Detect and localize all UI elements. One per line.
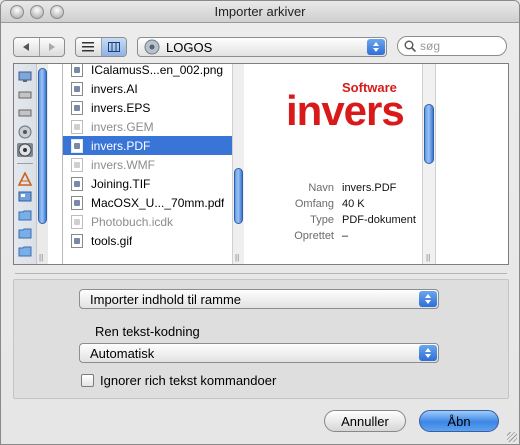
sidebar-scroll-thumb[interactable] xyxy=(38,68,47,224)
file-icon xyxy=(71,138,83,153)
location-label: LOGOS xyxy=(166,39,213,55)
file-icon xyxy=(71,64,83,77)
file-list: ICalamusS...en_002.png invers.AI invers.… xyxy=(62,64,244,264)
meta-row: Oprettet – xyxy=(294,230,349,242)
view-mode-switch xyxy=(75,37,127,57)
encoding-label: Ren tekst-kodning xyxy=(95,324,200,339)
meta-row: Navn invers.PDF xyxy=(308,182,397,194)
file-item[interactable]: invers.AI xyxy=(63,79,233,98)
back-button[interactable] xyxy=(14,38,40,56)
desktop-icon[interactable] xyxy=(17,190,33,204)
folder-icon[interactable] xyxy=(17,208,33,222)
disk-icon xyxy=(144,39,160,55)
list-view-button[interactable] xyxy=(76,38,102,56)
forward-arrow-icon xyxy=(48,43,55,51)
file-icon xyxy=(71,157,83,172)
meta-row: Omfang 40 K xyxy=(294,198,365,210)
file-item: invers.WMF xyxy=(63,155,233,174)
file-list-scrollbar[interactable]: || xyxy=(232,64,244,264)
preview-logo: invers xyxy=(286,87,405,134)
popup-arrows-icon xyxy=(419,291,437,307)
file-item[interactable]: invers.EPS xyxy=(63,98,233,117)
history-nav xyxy=(13,37,65,57)
location-popup[interactable]: LOGOS xyxy=(137,37,387,57)
applications-icon[interactable] xyxy=(17,172,33,186)
file-item[interactable]: ICalamusS...en_002.png xyxy=(63,64,233,79)
preview-scroll-thumb[interactable] xyxy=(424,104,434,164)
column-resize-handle[interactable]: || xyxy=(39,253,43,262)
network-disk-icon[interactable] xyxy=(17,125,33,139)
column-view-icon xyxy=(107,42,120,52)
meta-row: Type PDF-dokument xyxy=(310,214,416,226)
list-view-icon xyxy=(82,42,95,52)
file-item: Photobuch.icdk xyxy=(63,212,233,231)
forward-button[interactable] xyxy=(40,38,65,56)
hard-drive-icon[interactable] xyxy=(17,88,33,102)
cancel-button[interactable]: Annuller xyxy=(324,410,406,432)
encoding-value: Automatisk xyxy=(90,345,155,361)
file-list-scroll-thumb[interactable] xyxy=(234,168,243,224)
file-item-selected[interactable]: invers.PDF xyxy=(63,136,233,155)
popup-arrows-icon xyxy=(419,345,437,361)
sidebar-divider xyxy=(17,163,33,164)
title-bar: Importer arkiver xyxy=(1,1,519,23)
open-button[interactable]: Åbn xyxy=(419,410,499,432)
window-title: Importer arkiver xyxy=(214,4,306,19)
search-icon xyxy=(404,40,416,52)
file-icon xyxy=(71,214,83,229)
file-item[interactable]: tools.gif xyxy=(63,231,233,250)
file-item[interactable]: Joining.TIF xyxy=(63,174,233,193)
file-item: invers.GEM xyxy=(63,117,233,136)
file-icon xyxy=(71,195,83,210)
file-icon xyxy=(71,176,83,191)
back-arrow-icon xyxy=(23,43,30,51)
file-icon xyxy=(71,100,83,115)
file-icon xyxy=(71,233,83,248)
folder-icon[interactable] xyxy=(17,244,33,258)
popup-arrows-icon xyxy=(367,39,385,55)
ignore-rich-text-checkbox[interactable] xyxy=(81,374,94,387)
preview-scrollbar[interactable]: || xyxy=(422,64,436,264)
import-mode-popup[interactable]: Importer indhold til ramme xyxy=(79,289,439,309)
encoding-popup[interactable]: Automatisk xyxy=(79,343,439,363)
computer-icon[interactable] xyxy=(17,70,33,84)
file-icon xyxy=(71,119,83,134)
hard-drive-icon[interactable] xyxy=(17,106,33,120)
file-item[interactable]: MacOSX_U..._70mm.pdf xyxy=(63,193,233,212)
sidebar-scrollbar[interactable]: || xyxy=(36,64,48,264)
column-resize-handle[interactable]: || xyxy=(426,253,430,262)
column-view-button[interactable] xyxy=(101,38,126,56)
import-dialog: Importer arkiver LOGOS søg || ICalamusS.… xyxy=(0,0,520,445)
file-browser: || ICalamusS...en_002.png invers.AI inve… xyxy=(13,63,509,265)
sidebar: || xyxy=(14,64,48,264)
resize-grip-icon[interactable] xyxy=(507,432,517,442)
section-divider xyxy=(15,273,507,274)
file-icon xyxy=(71,81,83,96)
selected-disk-icon[interactable] xyxy=(17,143,33,157)
column-resize-handle[interactable]: || xyxy=(235,253,239,262)
preview-pane: Software invers Navn invers.PDF Omfang 4… xyxy=(246,64,434,264)
ignore-rich-text-label[interactable]: Ignorer rich tekst kommandoer xyxy=(100,373,276,388)
folder-icon[interactable] xyxy=(17,226,33,240)
import-mode-value: Importer indhold til ramme xyxy=(90,291,241,307)
search-field[interactable] xyxy=(397,36,507,56)
search-input[interactable] xyxy=(420,39,500,53)
